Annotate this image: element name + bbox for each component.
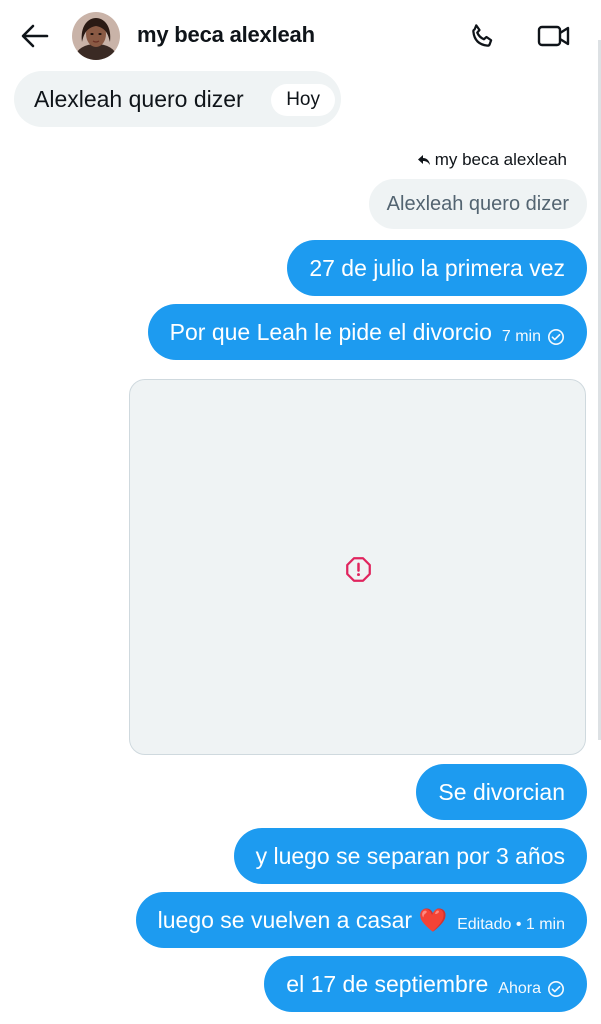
error-octagon-icon xyxy=(346,557,371,582)
message-time: 7 min xyxy=(501,328,541,345)
avatar[interactable] xyxy=(72,12,120,60)
read-check-icon xyxy=(547,980,565,998)
message-time: Ahora xyxy=(498,980,541,997)
message-text: y luego se separan por 3 años xyxy=(255,842,565,869)
date-badge: Hoy xyxy=(271,84,335,116)
sent-message[interactable]: 27 de julio la primera vez xyxy=(287,240,587,296)
read-check-icon xyxy=(547,328,565,346)
message-meta: 7 min xyxy=(502,328,565,346)
message-text: 27 de julio la primera vez xyxy=(309,254,565,281)
message-meta: Ahora xyxy=(498,980,565,998)
sent-message[interactable]: y luego se separan por 3 años xyxy=(233,828,587,884)
reply-to-name: my beca alexleah xyxy=(434,150,567,169)
sent-message[interactable]: Se divorcian xyxy=(416,764,587,820)
received-message[interactable]: Alexleah quero dizer Hoy xyxy=(14,71,341,127)
quoted-message[interactable]: Alexleah quero dizer xyxy=(368,179,587,229)
reply-to-label: my beca alexleah xyxy=(417,150,567,170)
chat-header: my beca alexleah xyxy=(0,0,601,70)
message-text: el 17 de septiembre xyxy=(286,970,489,997)
sent-message[interactable]: luego se vuelven a casar ❤️ Editado • 1 … xyxy=(135,892,587,948)
message-text: Por que Leah le pide el divorcio xyxy=(169,318,492,345)
message-text: Se divorcian xyxy=(438,778,565,805)
message-time: Editado • 1 min xyxy=(457,916,565,933)
phone-icon[interactable] xyxy=(468,21,498,51)
message-meta: Editado • 1 min xyxy=(457,916,565,934)
reply-arrow-icon xyxy=(417,155,430,165)
media-attachment-failed[interactable] xyxy=(129,379,586,755)
message-text: luego se vuelven a casar ❤️ xyxy=(157,906,448,933)
back-arrow-icon[interactable] xyxy=(20,22,50,50)
video-camera-icon[interactable] xyxy=(536,21,572,51)
message-text: Alexleah quero dizer xyxy=(34,85,244,112)
chat-title[interactable]: my beca alexleah xyxy=(137,22,315,48)
sent-message[interactable]: Por que Leah le pide el divorcio 7 min xyxy=(147,304,587,360)
sent-message[interactable]: el 17 de septiembre Ahora xyxy=(264,956,587,1012)
